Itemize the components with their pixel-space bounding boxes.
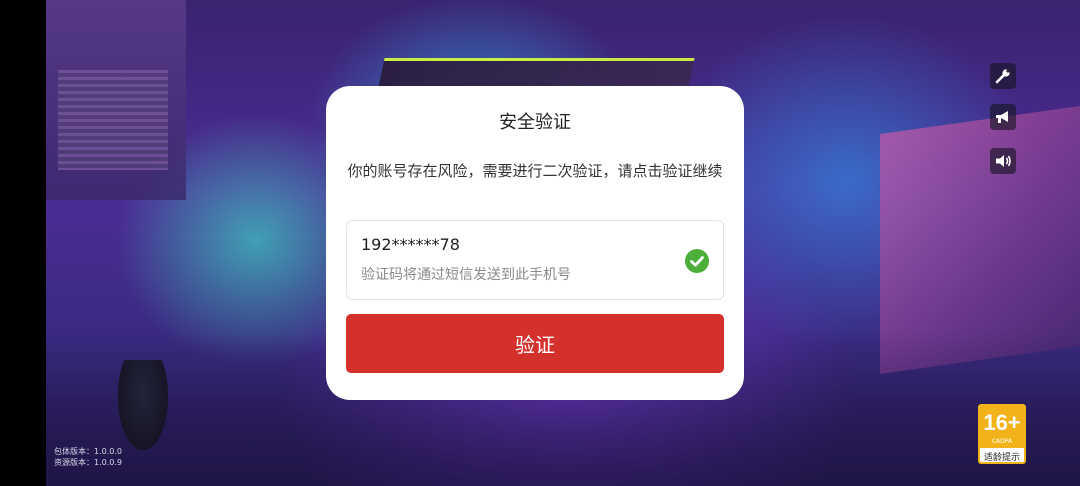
announcement-button[interactable] xyxy=(990,104,1016,130)
background-character xyxy=(118,360,168,450)
age-rating-number: 16+ xyxy=(983,410,1021,435)
phone-hint: 验证码将通过短信发送到此手机号 xyxy=(361,267,571,283)
age-rating-org: CADPA xyxy=(991,438,1013,445)
resource-version: 资源版本：1.0.0.9 xyxy=(54,458,122,467)
age-rating-badge: 16+ CADPA 适龄提示 xyxy=(978,404,1026,464)
wrench-icon xyxy=(995,69,1010,84)
sound-button[interactable] xyxy=(990,148,1016,174)
left-black-bar xyxy=(0,0,46,486)
check-icon xyxy=(685,249,709,273)
speaker-icon xyxy=(996,155,1011,167)
wrench-button[interactable] xyxy=(990,63,1016,89)
version-info: 包体版本：1.0.0.0 资源版本：1.0.0.9 xyxy=(54,446,122,468)
verify-button[interactable]: 验证 xyxy=(346,314,724,373)
package-version: 包体版本：1.0.0.0 xyxy=(54,447,122,456)
game-screen: 安全验证 你的账号存在风险，需要进行二次验证，请点击验证继续 192******… xyxy=(0,0,1080,486)
dialog-message: 你的账号存在风险，需要进行二次验证，请点击验证继续 xyxy=(347,162,723,180)
background-shutter xyxy=(58,70,168,170)
phone-number-box: 192******78 验证码将通过短信发送到此手机号 xyxy=(346,220,724,300)
phone-number: 192******78 xyxy=(361,235,460,254)
dialog-title: 安全验证 xyxy=(499,112,571,133)
age-rating-label: 适龄提示 xyxy=(983,453,1020,463)
megaphone-icon xyxy=(996,111,1008,123)
security-verification-dialog: 安全验证 你的账号存在风险，需要进行二次验证，请点击验证继续 192******… xyxy=(326,86,744,400)
